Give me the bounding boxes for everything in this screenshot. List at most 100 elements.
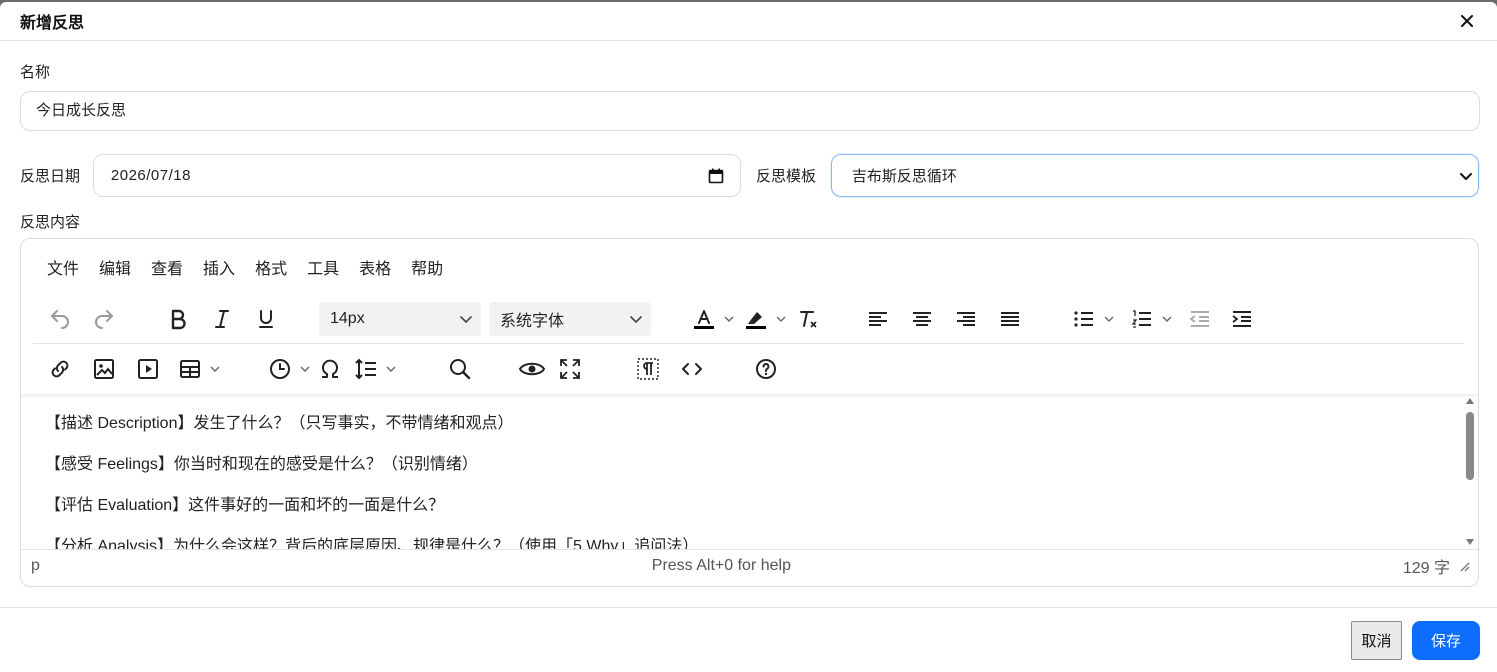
bullet-list-split-button[interactable] [1067, 302, 1117, 336]
highlight-chevron[interactable] [773, 302, 789, 336]
date-input[interactable]: 2026/07/18 [92, 154, 741, 197]
font-size-value: 14px [330, 310, 365, 327]
indent-icon [1232, 311, 1251, 327]
line-height-button[interactable] [349, 352, 383, 386]
chevron-down-icon [300, 366, 310, 372]
align-justify-button[interactable] [993, 302, 1027, 336]
highlight-button[interactable] [739, 302, 773, 336]
media-icon [138, 359, 158, 379]
name-input[interactable]: 今日成长反思 [20, 91, 1480, 131]
modal-body: 名称 今日成长反思 反思日期 2026/07/18 反思模板 吉布斯反思循环 反… [0, 41, 1497, 587]
element-path[interactable]: p [31, 557, 40, 575]
datetime-chevron[interactable] [297, 352, 313, 386]
paragraph-marks-icon [637, 358, 659, 380]
numbered-list-icon [1131, 310, 1151, 328]
editor-statusbar: p Press Alt+0 for help 129 字 [21, 549, 1478, 581]
line-height-split-button[interactable] [349, 352, 399, 386]
italic-button[interactable] [205, 302, 239, 336]
chevron-down-icon [460, 316, 472, 324]
fullscreen-icon [560, 359, 580, 379]
close-button[interactable] [1457, 11, 1477, 31]
bold-button[interactable] [161, 302, 195, 336]
preview-button[interactable] [515, 352, 549, 386]
paragraph-analysis[interactable]: 【分析 Analysis】为什么会这样？背后的底层原因、规律是什么？（使用「5 … [45, 536, 1478, 549]
resize-handle-icon[interactable] [1458, 560, 1470, 572]
modal-title: 新增反思 [20, 15, 85, 32]
bullet-list-chevron[interactable] [1101, 302, 1117, 336]
undo-button[interactable] [43, 302, 77, 336]
clock-icon [270, 359, 290, 379]
font-size-dropdown[interactable]: 14px [319, 302, 481, 336]
cancel-button[interactable]: 取消 [1351, 620, 1402, 660]
save-button[interactable]: 保存 [1412, 620, 1480, 660]
name-label: 名称 [20, 64, 51, 81]
media-button[interactable] [131, 352, 165, 386]
table-icon [180, 360, 200, 378]
menu-table[interactable]: 表格 [349, 255, 401, 279]
scroll-up-icon[interactable] [1466, 398, 1474, 404]
search-icon [450, 359, 471, 380]
source-code-button[interactable] [675, 352, 709, 386]
menu-help[interactable]: 帮助 [401, 255, 453, 279]
scroll-thumb[interactable] [1466, 412, 1474, 480]
numbered-list-button[interactable] [1125, 302, 1159, 336]
scroll-down-icon[interactable] [1466, 539, 1474, 545]
indent-button[interactable] [1225, 302, 1259, 336]
text-color-split-button[interactable] [687, 302, 737, 336]
table-split-button[interactable] [173, 352, 223, 386]
fullscreen-button[interactable] [553, 352, 587, 386]
menu-file[interactable]: 文件 [37, 255, 89, 279]
chevron-down-icon [1162, 316, 1172, 322]
editor-content-area[interactable]: 【描述 Description】发生了什么？（只写事实，不带情绪和观点） 【感受… [21, 394, 1478, 549]
numbered-list-split-button[interactable] [1125, 302, 1175, 336]
menu-format[interactable]: 格式 [245, 255, 297, 279]
calendar-icon[interactable] [708, 168, 724, 184]
text-color-chevron[interactable] [721, 302, 737, 336]
paragraph-description[interactable]: 【描述 Description】发生了什么？（只写事实，不带情绪和观点） [45, 413, 1478, 435]
word-count[interactable]: 129 字 [1403, 554, 1450, 578]
align-justify-icon [1001, 312, 1019, 326]
paragraph-feelings[interactable]: 【感受 Feelings】你当时和现在的感受是什么？（识别情绪） [45, 454, 1478, 476]
editor-scrollbar[interactable] [1462, 394, 1478, 549]
align-center-icon [913, 312, 931, 326]
align-right-button[interactable] [949, 302, 983, 336]
chevron-down-icon [386, 366, 396, 372]
text-color-button[interactable] [687, 302, 721, 336]
show-blocks-button[interactable] [631, 352, 665, 386]
redo-button[interactable] [87, 302, 121, 336]
underline-icon [259, 310, 273, 328]
clear-format-button[interactable] [791, 302, 825, 336]
help-button[interactable] [749, 352, 783, 386]
underline-button[interactable] [249, 302, 283, 336]
font-family-dropdown[interactable]: 系统字体 [489, 302, 651, 336]
chevron-down-icon [1104, 316, 1114, 322]
align-center-button[interactable] [905, 302, 939, 336]
table-button[interactable] [173, 352, 207, 386]
omega-icon [322, 359, 338, 378]
menu-edit[interactable]: 编辑 [89, 255, 141, 279]
image-button[interactable] [87, 352, 121, 386]
numbered-list-chevron[interactable] [1159, 302, 1175, 336]
line-height-icon [355, 358, 376, 380]
highlight-split-button[interactable] [739, 302, 789, 336]
outdent-button[interactable] [1183, 302, 1217, 336]
template-select[interactable]: 吉布斯反思循环 [830, 154, 1479, 197]
menu-insert[interactable]: 插入 [193, 255, 245, 279]
table-chevron[interactable] [207, 352, 223, 386]
status-right: 129 字 [1403, 554, 1470, 578]
align-right-icon [957, 312, 975, 326]
bullet-list-button[interactable] [1067, 302, 1101, 336]
modal-footer: 取消 保存 [0, 607, 1497, 672]
paragraph-evaluation[interactable]: 【评估 Evaluation】这件事好的一面和坏的一面是什么？ [45, 495, 1478, 517]
help-icon [756, 359, 776, 379]
line-height-chevron[interactable] [383, 352, 399, 386]
special-char-button[interactable] [313, 352, 347, 386]
chevron-down-icon [210, 366, 220, 372]
menu-tools[interactable]: 工具 [297, 255, 349, 279]
align-left-button[interactable] [861, 302, 895, 336]
datetime-button[interactable] [263, 352, 297, 386]
link-button[interactable] [43, 352, 77, 386]
datetime-split-button[interactable] [263, 352, 313, 386]
menu-view[interactable]: 查看 [141, 255, 193, 279]
search-replace-button[interactable] [443, 352, 477, 386]
